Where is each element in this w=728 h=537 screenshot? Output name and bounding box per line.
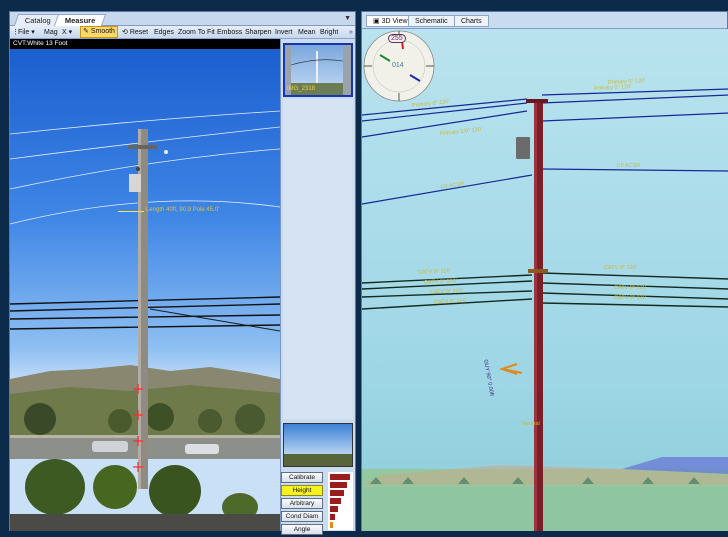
tab-measure[interactable]: Measure <box>53 14 107 26</box>
reset-button[interactable]: ⟲ Reset <box>122 27 148 38</box>
wire-label: CATV 0° 120' <box>614 295 647 301</box>
left-tab-strip: Catalog Measure ▼ <box>10 12 355 26</box>
calibrate-button[interactable]: Calibrate <box>281 472 323 483</box>
wire-label: 1/0 ACSR <box>616 163 641 169</box>
photo-thumbnail-selected[interactable]: IMG_2318 <box>283 43 353 97</box>
zoom-to-fit-button[interactable]: Zoom To Fit <box>178 27 215 38</box>
invert-button[interactable]: Invert <box>275 27 293 38</box>
measure-panel: Catalog Measure ▼ ⋮ File ▾ Mag X ▾ ✎ Smo… <box>9 11 356 535</box>
reset-icon: ⟲ <box>122 29 128 36</box>
image-caption: CVT:White 13 Foot <box>10 39 280 49</box>
thumbnail-sidebar: IMG_2318 Calibrate Height Arbitrary Cond… <box>280 39 355 535</box>
mean-button[interactable]: Mean <box>298 27 316 38</box>
angle-button[interactable]: Angle <box>281 524 323 535</box>
bright-button[interactable]: Bright <box>320 27 338 38</box>
photo-thumbnail[interactable] <box>283 423 353 467</box>
mag-button[interactable]: Mag <box>44 27 58 38</box>
height-scale-bars <box>328 472 353 530</box>
application-window: Catalog Measure ▼ ⋮ File ▾ Mag X ▾ ✎ Smo… <box>0 0 728 535</box>
smooth-pencil-icon: ✎ <box>83 28 89 35</box>
edges-button[interactable]: Edges <box>154 27 174 38</box>
x-menu[interactable]: X ▾ <box>62 27 72 38</box>
arbitrary-button[interactable]: Arbitrary <box>281 498 323 509</box>
right-tab-strip: ▣ 3D View Schematic Charts <box>362 12 727 29</box>
cond-diam-button[interactable]: Cond Diam <box>281 511 323 522</box>
measure-toolbar: ⋮ File ▾ Mag X ▾ ✎ Smooth ⟲ Reset Edges … <box>10 26 355 39</box>
file-menu[interactable]: File ▾ <box>18 27 35 38</box>
3d-view-icon: ▣ <box>373 18 380 25</box>
panel-menu-chevron-icon[interactable]: ▼ <box>344 15 351 22</box>
view-panel: ▣ 3D View Schematic Charts 255 014 Prima… <box>361 11 728 531</box>
emboss-button[interactable]: Emboss <box>217 27 242 38</box>
tab-charts[interactable]: Charts <box>454 15 489 27</box>
height-button[interactable]: Height <box>281 485 323 496</box>
sharpen-button[interactable]: Sharpen <box>245 27 271 38</box>
compass-center-readout: 014 <box>392 62 404 69</box>
measure-mode-buttons: Calibrate Height Arbitrary Cond Diam Ang… <box>281 472 325 537</box>
scale-bars-drawing <box>330 474 350 528</box>
3d-viewport[interactable]: 255 014 Primary 0° 120' Primary 0° 120' … <box>362 29 728 531</box>
thumbnail-list[interactable] <box>283 99 353 419</box>
neutral-label: Neutral <box>522 421 540 427</box>
compass-heading: 255 <box>388 34 406 43</box>
smooth-button[interactable]: ✎ Smooth <box>80 26 118 38</box>
thumbnail-sky <box>284 424 352 454</box>
wire-label: CATV 0° 120' <box>614 285 647 291</box>
toolbar-overflow-icon[interactable]: » <box>349 27 353 38</box>
pole-length-annotation: Length 40ft, 90.9 Pole 45.0' <box>146 207 220 213</box>
tab-schematic[interactable]: Schematic <box>408 15 455 27</box>
thumbnail-caption: IMG_2318 <box>287 86 316 92</box>
thumbnail-ground <box>284 454 352 466</box>
pole-photo[interactable]: Length 40ft, 90.9 Pole 45.0' <box>10 49 280 531</box>
wire-label: CATV 0° 120' <box>604 265 637 271</box>
photo-drawing <box>10 110 280 531</box>
